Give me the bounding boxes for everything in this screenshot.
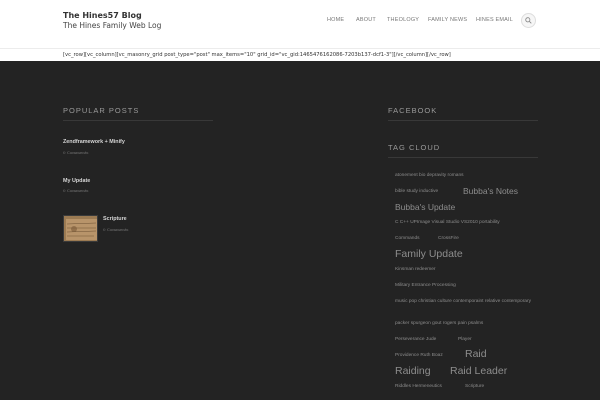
tag-cloud-divider bbox=[388, 157, 538, 158]
tag-link[interactable]: music pop christian culture contemporain… bbox=[395, 298, 535, 306]
tag-link[interactable]: Commands bbox=[395, 236, 420, 241]
search-icon bbox=[525, 17, 532, 24]
nav-item-home[interactable]: HOME bbox=[327, 17, 344, 23]
tag-link[interactable]: packer spurgeon gout rogers pain psalms bbox=[395, 321, 483, 326]
nav-item-theology[interactable]: THEOLOGY bbox=[387, 17, 419, 23]
facebook-divider bbox=[388, 120, 538, 121]
shortcode-text: [vc_row][vc_column][vc_masonry_grid post… bbox=[63, 52, 451, 58]
tag-link[interactable]: Raiding bbox=[395, 365, 431, 377]
tag-link[interactable]: Kinsman redeemer bbox=[395, 267, 436, 272]
site-tagline: The Hines Family Web Log bbox=[63, 21, 162, 30]
site-header: The Hines57 Blog The Hines Family Web Lo… bbox=[0, 0, 600, 49]
post-title[interactable]: Zendframework + Minify bbox=[63, 139, 125, 145]
tag-link[interactable]: Family Update bbox=[395, 248, 463, 260]
tag-link[interactable]: Raid Leader bbox=[450, 365, 507, 377]
nav-item-family-news[interactable]: FAMILY NEWS bbox=[428, 17, 467, 23]
tag-link[interactable]: Player bbox=[458, 337, 472, 342]
tag-link[interactable]: Perseverance Jude bbox=[395, 337, 436, 342]
post-comments[interactable]: 0 Comments bbox=[63, 150, 88, 155]
post-title[interactable]: My Update bbox=[63, 178, 90, 184]
tag-link[interactable]: bible study inductive bbox=[395, 189, 438, 194]
nav-item-about[interactable]: ABOUT bbox=[356, 17, 376, 23]
popular-posts-title: POPULAR POSTS bbox=[63, 106, 140, 115]
tag-link[interactable]: Bubba's Update bbox=[395, 202, 455, 212]
site-title[interactable]: The Hines57 Blog bbox=[63, 11, 142, 20]
tag-link[interactable]: Military Entrance Processing bbox=[395, 283, 456, 288]
tag-link[interactable]: Bubba's Notes bbox=[463, 186, 518, 196]
facebook-title: FACEBOOK bbox=[388, 106, 438, 115]
tag-link[interactable]: atonement bio depravity romans bbox=[395, 173, 464, 178]
post-thumbnail[interactable] bbox=[63, 215, 98, 242]
tag-link[interactable]: CrossFire bbox=[438, 236, 459, 241]
tag-cloud-title: TAG CLOUD bbox=[388, 143, 441, 152]
scripture-thumbnail-image bbox=[64, 216, 97, 241]
nav-item-hines-email[interactable]: HINES EMAIL bbox=[476, 17, 513, 23]
tag-link[interactable]: C C++ UPImage Visual Studio VS2010 porta… bbox=[395, 220, 500, 225]
post-comments[interactable]: 0 Comments bbox=[63, 188, 88, 193]
post-title[interactable]: Scripture bbox=[103, 216, 127, 222]
tag-link[interactable]: Riddles Hermeneutics bbox=[395, 384, 442, 389]
tag-link[interactable]: Providence Ruth Boaz bbox=[395, 353, 443, 358]
search-button[interactable] bbox=[521, 13, 536, 28]
post-comments[interactable]: 0 Comments bbox=[103, 227, 128, 232]
tag-link[interactable]: Raid bbox=[465, 348, 487, 360]
tag-link[interactable]: Scripture bbox=[465, 384, 484, 389]
popular-posts-divider bbox=[63, 120, 213, 121]
